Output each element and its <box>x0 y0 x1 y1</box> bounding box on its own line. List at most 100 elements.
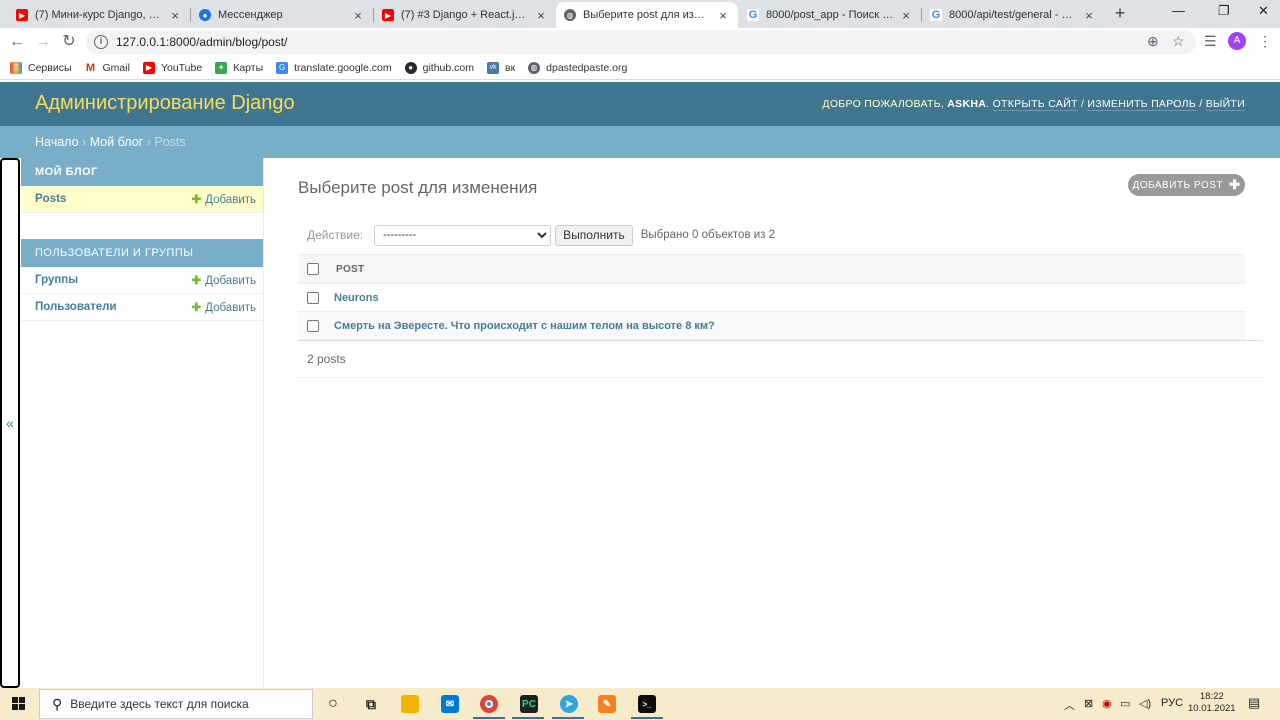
tray-sync-icon[interactable]: ◉ <box>1102 697 1112 710</box>
plus-icon: ✚ <box>191 275 202 287</box>
terminal-icon[interactable]: >_ <box>638 695 656 713</box>
notifications-icon[interactable]: ▤ <box>1248 695 1260 711</box>
row-checkbox[interactable] <box>307 291 319 304</box>
module-caption-blog[interactable]: Мой блог <box>21 158 263 186</box>
pycharm-icon[interactable]: PC <box>520 695 538 713</box>
add-post-button[interactable]: Добавить post ✚ <box>1128 174 1245 196</box>
tray-app-icon[interactable]: ⊠ <box>1084 697 1093 710</box>
notes-app-icon[interactable]: ✎ <box>598 695 616 713</box>
post-link[interactable]: Смерть на Эвересте. Что происходит с наш… <box>334 320 715 332</box>
bookmark-maps[interactable]: ✦ Карты <box>215 61 263 74</box>
system-clock[interactable]: 18:22 10.01.2021 <box>1188 691 1236 715</box>
bookmark-translate[interactable]: Gtranslate.google.com <box>276 61 392 74</box>
browser-tab[interactable]: ▶ (7) #3 Django + React.js | Моде × <box>374 2 556 28</box>
windows-start-icon[interactable] <box>12 697 26 711</box>
bookmark-label: translate.google.com <box>294 61 392 74</box>
file-explorer-icon[interactable] <box>401 695 419 713</box>
forward-icon[interactable]: → <box>33 32 53 52</box>
profile-avatar[interactable]: A <box>1228 32 1246 50</box>
bookmark-label: dpastedpaste.org <box>546 61 628 74</box>
telegram-icon[interactable]: ➤ <box>560 695 578 713</box>
select-all-checkbox[interactable] <box>307 263 319 275</box>
browser-tab[interactable]: G 8000/api/test/general - Поиск × <box>922 2 1104 28</box>
browser-tab[interactable]: ● Мессенджер × <box>191 2 373 28</box>
breadcrumb-home[interactable]: Начало <box>35 135 79 149</box>
sidebar-toggle[interactable]: « <box>0 158 20 688</box>
messenger-icon: ● <box>199 9 211 21</box>
volume-icon[interactable]: ◁) <box>1139 697 1151 710</box>
bookmark-youtube[interactable]: ▶ YouTube <box>142 61 203 74</box>
post-link[interactable]: Neurons <box>334 292 379 304</box>
google-icon: G <box>930 9 942 21</box>
browser-tab-active[interactable]: ◍ Выберите post для изменения × <box>556 2 738 28</box>
zoom-icon[interactable]: ⊕ <box>1147 33 1159 50</box>
mail-icon[interactable]: ✉ <box>441 695 459 713</box>
module-spacer <box>21 213 263 239</box>
module-caption-auth[interactable]: Пользователи и группы <box>21 239 263 267</box>
network-icon[interactable]: ▭ <box>1120 697 1130 710</box>
close-tab-icon[interactable]: × <box>534 8 548 23</box>
logout-link[interactable]: ВЫЙТИ <box>1205 98 1245 111</box>
bookmark-vk[interactable]: vk вк <box>486 61 515 74</box>
model-link-posts[interactable]: Posts <box>35 193 66 205</box>
restore-icon[interactable]: ❐ <box>1218 3 1230 19</box>
add-button-label: Добавить post <box>1132 179 1224 191</box>
browser-tab[interactable]: ▶ (7) Мини-курс Django, Часть 6 × <box>8 2 190 28</box>
close-window-icon[interactable]: ✕ <box>1258 3 1269 19</box>
bookmark-services[interactable]: ⠿ Сервисы <box>10 61 72 74</box>
site-info-icon[interactable]: i <box>94 35 108 49</box>
address-bar[interactable]: i 127.0.0.1:8000/admin/blog/post/ <box>86 30 1196 54</box>
browser-tab[interactable]: G 8000/post_app - Поиск в Goo × <box>739 2 921 28</box>
plus-icon: ✚ <box>191 302 202 314</box>
language-indicator[interactable]: РУС <box>1161 697 1183 709</box>
url-text[interactable]: 127.0.0.1:8000/admin/blog/post/ <box>116 35 287 49</box>
add-user-link[interactable]: ✚ Добавить <box>192 300 256 314</box>
sidebar-item-posts: Posts ✚ Добавить <box>21 186 263 213</box>
taskbar-search-input[interactable]: ⚲ Введите здесь текст для поиска <box>39 689 313 719</box>
menu-dots-icon[interactable]: ⋮ <box>1258 33 1272 50</box>
bookmark-gmail[interactable]: M Gmail <box>84 61 130 74</box>
breadcrumb-app[interactable]: Мой блог <box>90 135 144 149</box>
bookmark-label: YouTube <box>160 61 203 74</box>
column-header-post[interactable]: Post <box>336 264 364 275</box>
reading-list-icon[interactable]: ☰ <box>1204 33 1217 50</box>
close-tab-icon[interactable]: × <box>899 8 913 23</box>
row-checkbox[interactable] <box>307 319 319 332</box>
view-site-link[interactable]: ОТКРЫТЬ САЙТ <box>992 98 1078 111</box>
action-select[interactable]: --------- <box>374 224 552 246</box>
page-title: Выберите post для изменения <box>298 178 538 197</box>
bookmark-dpaste[interactable]: ◍ dpastedpaste.org <box>528 61 628 74</box>
bookmark-github[interactable]: ● github.com <box>404 61 474 74</box>
youtube-icon: ▶ <box>142 61 155 74</box>
admin-header: Администрирование Django ДОБРО ПОЖАЛОВАТ… <box>0 82 1280 126</box>
reload-icon[interactable]: ↻ <box>59 32 79 52</box>
add-group-link[interactable]: ✚ Добавить <box>192 273 256 287</box>
model-link-groups[interactable]: Группы <box>35 274 78 286</box>
tab-title: 8000/post_app - Поиск в Goo <box>766 9 895 21</box>
apps-icon: ⠿ <box>10 61 22 74</box>
windows-taskbar: ⚲ Введите здесь текст для поиска ○ ⧉ ✉ P… <box>0 688 1280 720</box>
gmail-icon: M <box>84 61 97 74</box>
close-tab-icon[interactable]: × <box>351 8 365 23</box>
close-tab-icon[interactable]: × <box>1082 8 1096 23</box>
add-post-link[interactable]: ✚ Добавить <box>192 192 256 206</box>
change-password-link[interactable]: ИЗМЕНИТЬ ПАРОЛЬ <box>1087 98 1197 111</box>
clock-date: 10.01.2021 <box>1188 703 1236 714</box>
close-tab-icon[interactable]: × <box>168 8 182 23</box>
new-tab-button[interactable]: + <box>1111 4 1129 22</box>
back-icon[interactable]: ← <box>7 32 27 52</box>
bookmark-star-icon[interactable]: ☆ <box>1172 33 1185 50</box>
nav-sidebar: Мой блог Posts ✚ Добавить Пользователи и … <box>21 158 264 688</box>
minimize-icon[interactable]: — <box>1172 3 1185 18</box>
tab-title: Выберите post для изменения <box>583 9 712 21</box>
vk-icon: vk <box>486 61 499 74</box>
search-icon: ⚲ <box>52 695 63 712</box>
show-hidden-icons[interactable]: ︿ <box>1064 697 1075 713</box>
task-view-icon[interactable]: ⧉ <box>362 695 380 713</box>
run-action-button[interactable]: Выполнить <box>555 224 633 246</box>
site-branding[interactable]: Администрирование Django <box>35 92 295 115</box>
cortana-icon[interactable]: ○ <box>324 695 342 713</box>
close-tab-icon[interactable]: × <box>716 8 730 23</box>
model-link-users[interactable]: Пользователи <box>35 301 117 313</box>
chrome-icon[interactable] <box>480 695 498 713</box>
